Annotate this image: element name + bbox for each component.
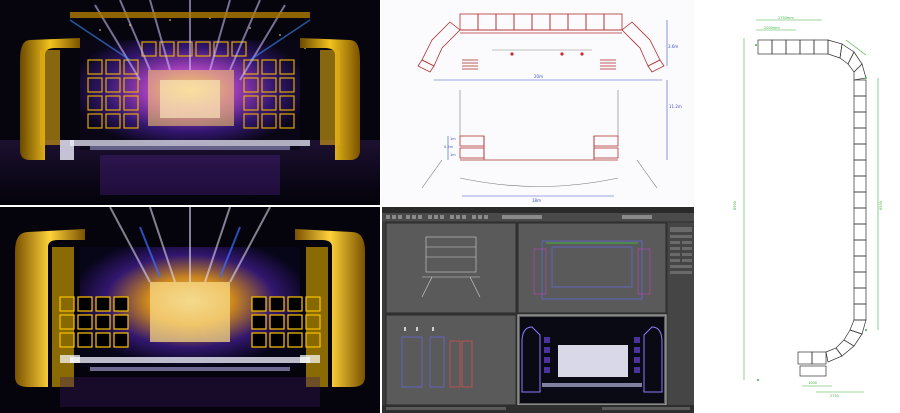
stage-render-top [0,0,380,205]
dim-width-mid: 20m [534,74,543,79]
stage-render-bottom-svg [0,207,380,413]
dim-right-top: 3.6m [668,44,678,49]
cad-floor-plan: 3.6m 20m 11.2m 1m 0.5m 1m 18m [382,0,694,205]
stage-render-bottom [0,207,380,413]
elev-dim-left-height: 8500 [733,201,737,210]
max-viewport-window [382,207,694,413]
cad-floor-plan-svg: 3.6m 20m 11.2m 1m 0.5m 1m 18m [417,13,682,203]
stage-render-top-svg [0,0,380,205]
dim-small-bot: 1m [450,153,456,157]
dim-bottom-width: 18m [532,198,541,203]
max-viewport-svg [382,207,694,413]
cad-elevation: 2750mm 2000mm 8500 6500 1000 2750 [696,0,900,413]
elev-dim-top-a: 2750mm [778,16,794,20]
elev-dim-bottom-a: 1000 [808,381,817,385]
elev-dim-top-b: 2000mm [764,26,780,30]
cad-elevation-svg: 2750mm 2000mm 8500 6500 1000 2750 [733,16,883,398]
elev-dim-right-height: 6500 [879,201,883,210]
elev-dim-bottom-b: 2750 [830,394,839,398]
dim-small-mid: 0.5m [444,145,454,149]
dim-small-top: 1m [450,137,456,141]
dim-right-side: 11.2m [669,104,682,109]
